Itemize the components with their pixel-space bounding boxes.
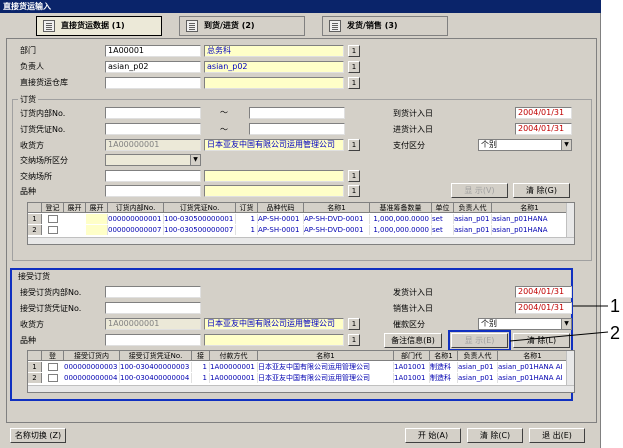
callout-lines [509, 305, 609, 342]
callout-number-2: 2 [610, 323, 621, 343]
callout-number-1: 1 [610, 296, 621, 316]
